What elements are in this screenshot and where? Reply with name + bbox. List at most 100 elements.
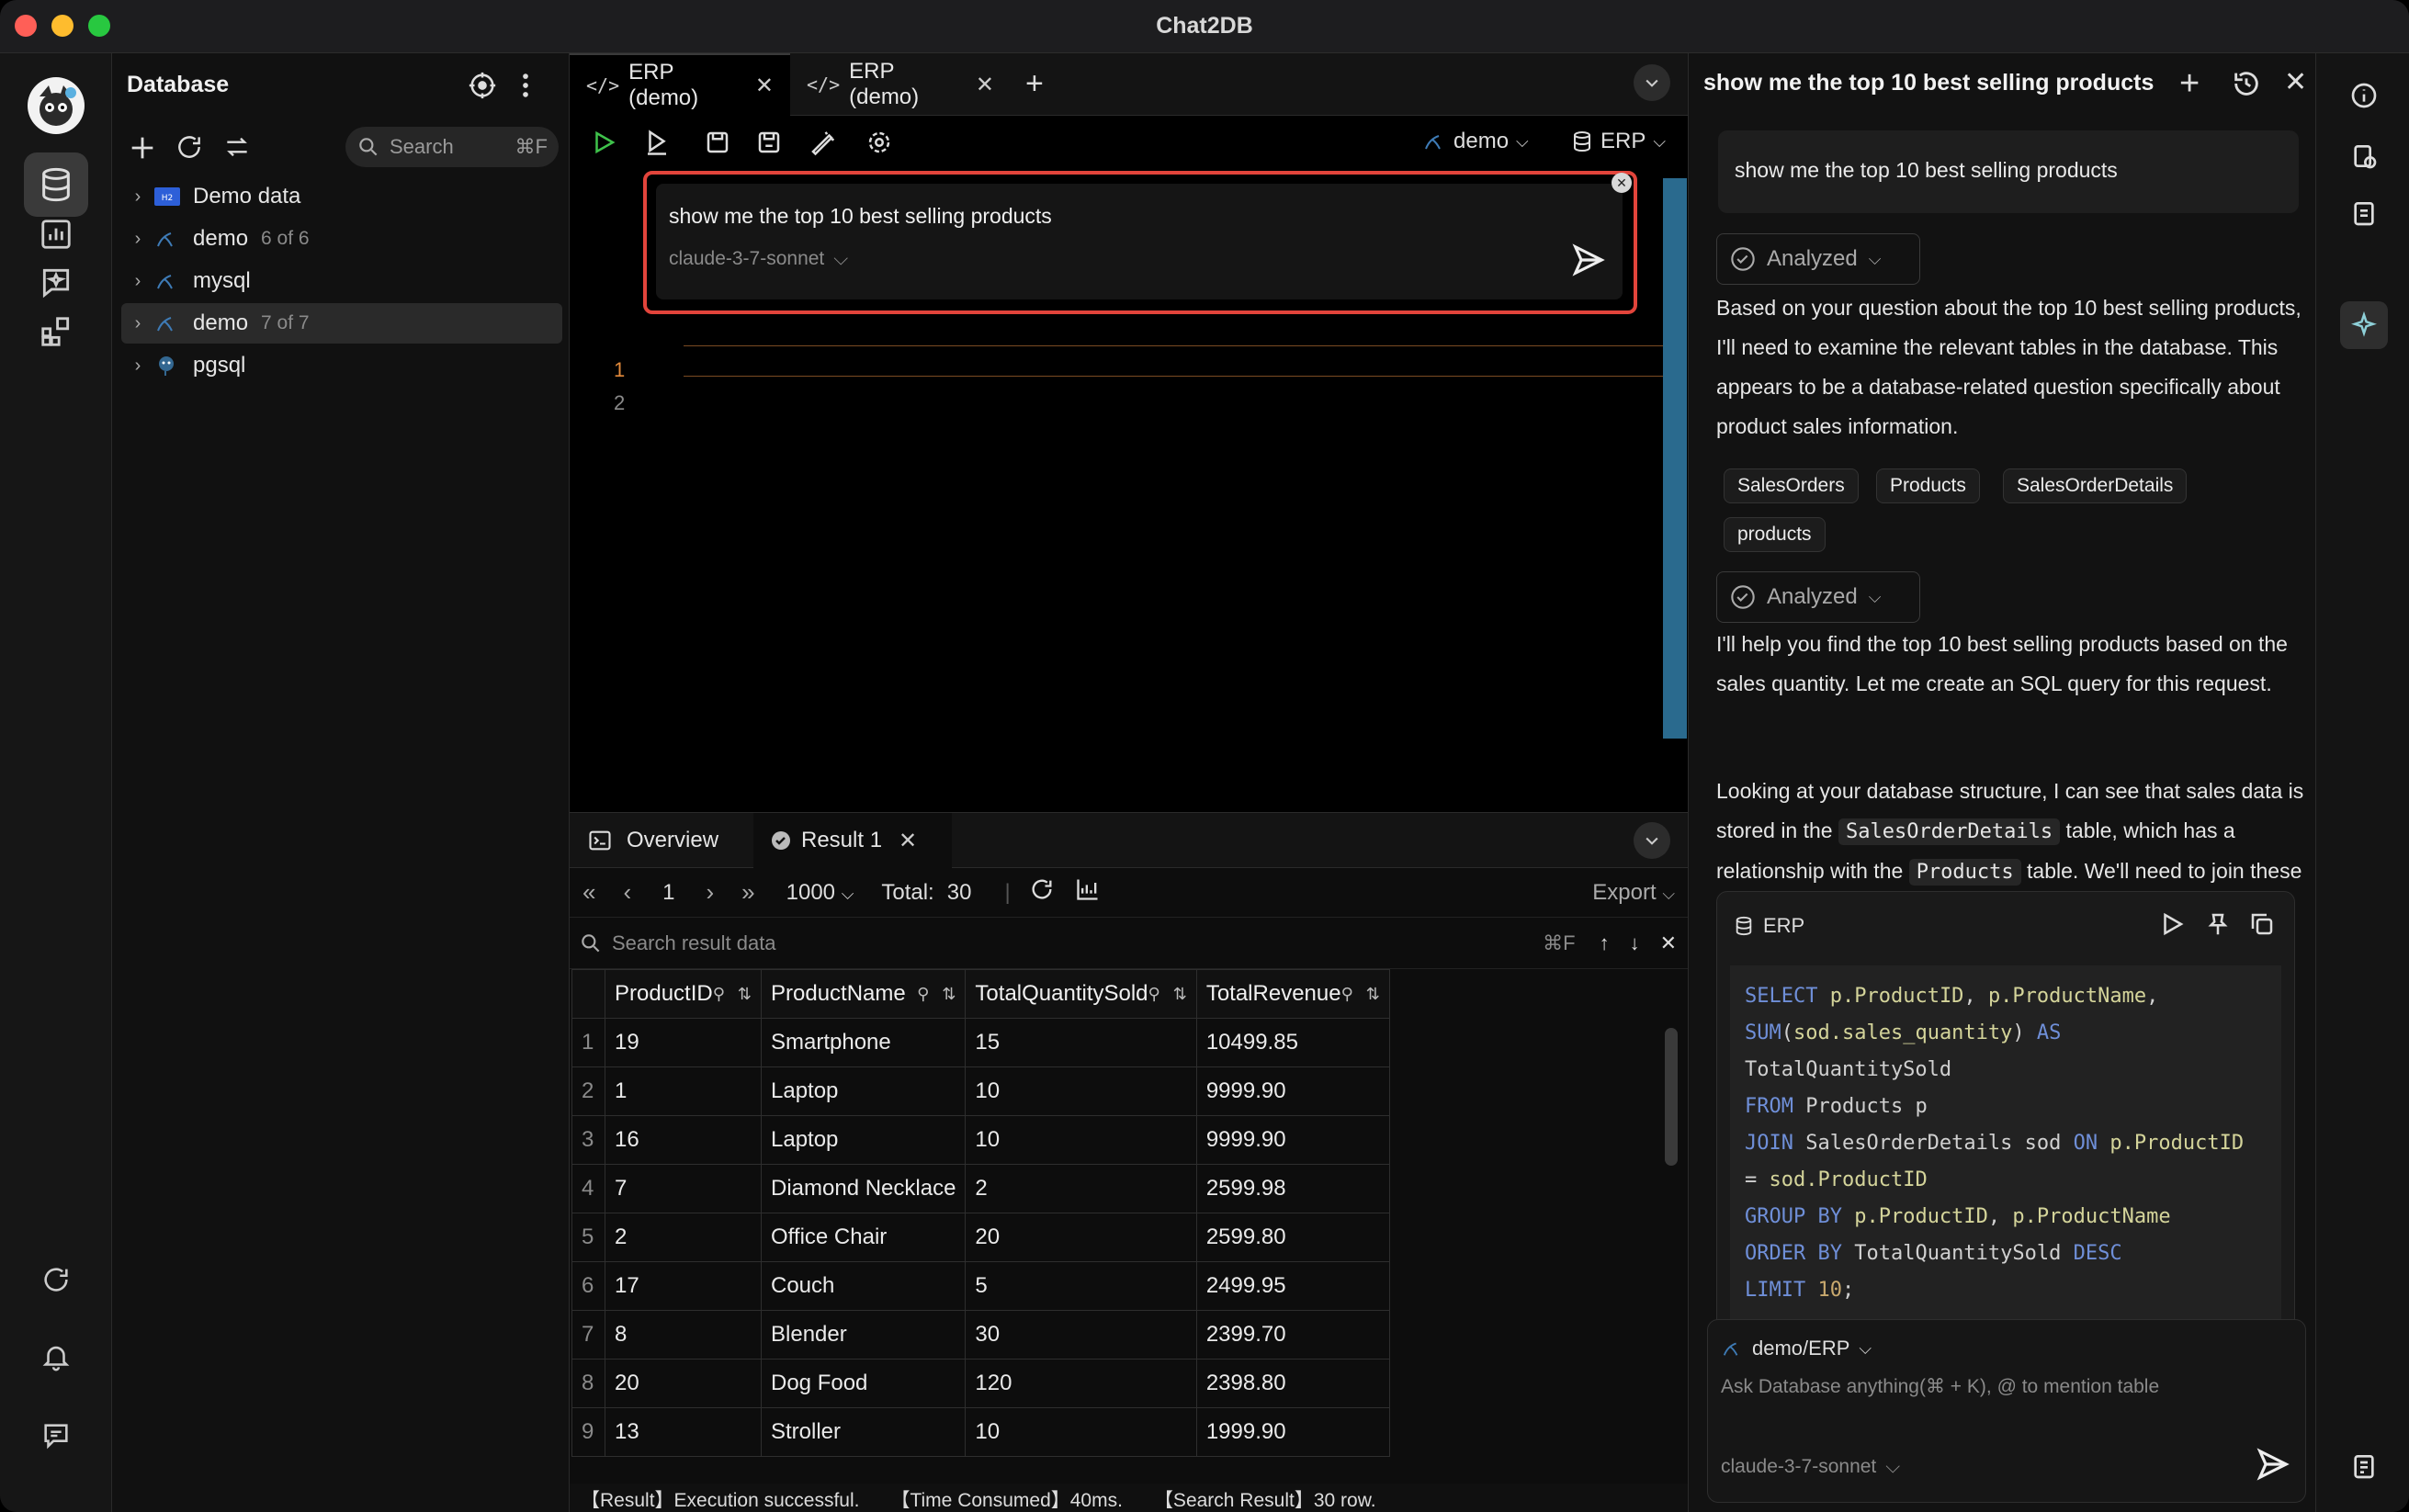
analyzed-toggle[interactable]: Analyzed ⌵ bbox=[1716, 233, 1920, 285]
first-page-icon[interactable]: « bbox=[582, 878, 595, 907]
logo-avatar[interactable] bbox=[24, 73, 88, 138]
settings-icon[interactable] bbox=[864, 127, 895, 158]
more-options-icon[interactable] bbox=[516, 70, 535, 107]
table-row[interactable]: 1 19 Smartphone 15 10499.85 bbox=[571, 1018, 1390, 1067]
table-cell[interactable]: 15 bbox=[965, 1018, 1197, 1067]
ai-prompt-text[interactable]: show me the top 10 best selling products bbox=[669, 204, 1052, 229]
table-row[interactable]: 8 20 Dog Food 120 2398.80 bbox=[571, 1359, 1390, 1408]
table-cell[interactable]: 9999.90 bbox=[1195, 1066, 1390, 1116]
send-icon[interactable] bbox=[1571, 243, 1606, 284]
run-code-icon[interactable] bbox=[2158, 910, 2186, 944]
table-cell[interactable]: 30 bbox=[965, 1310, 1197, 1360]
close-search-icon[interactable]: ✕ bbox=[1660, 931, 1677, 955]
table-row[interactable]: 9 13 Stroller 10 1999.90 bbox=[571, 1407, 1390, 1457]
chart-icon[interactable] bbox=[1075, 876, 1101, 908]
table-cell[interactable]: 1 bbox=[605, 1066, 762, 1116]
table-cell[interactable]: 120 bbox=[965, 1359, 1197, 1408]
sort-icon[interactable]: ⇅ bbox=[1366, 985, 1380, 1004]
sort-icon[interactable]: ⇅ bbox=[738, 985, 752, 1004]
table-cell[interactable]: Dog Food bbox=[760, 1359, 967, 1408]
filter-icon[interactable]: ⚲ bbox=[1148, 985, 1160, 1004]
analyzed-toggle[interactable]: Analyzed ⌵ bbox=[1716, 571, 1920, 623]
tree-item-pgsql[interactable]: › pgsql bbox=[121, 345, 562, 386]
close-prompt-icon[interactable]: ✕ bbox=[1612, 173, 1632, 193]
next-page-icon[interactable]: › bbox=[707, 878, 715, 907]
table-cell[interactable]: 2 bbox=[605, 1213, 762, 1262]
export-button[interactable]: Export ⌵ bbox=[1592, 880, 1675, 906]
refresh-icon[interactable] bbox=[24, 1247, 88, 1312]
collapse-result-button[interactable] bbox=[1634, 822, 1670, 859]
last-page-icon[interactable]: » bbox=[741, 878, 754, 907]
refresh-results-icon[interactable] bbox=[1029, 876, 1055, 908]
table-chip[interactable]: SalesOrderDetails bbox=[2003, 468, 2188, 503]
table-cell[interactable]: 16 bbox=[605, 1115, 762, 1165]
tab-erp-demo-1[interactable]: </> ERP (demo) ✕ bbox=[570, 53, 790, 116]
table-cell[interactable]: Smartphone bbox=[760, 1018, 967, 1067]
table-chip[interactable]: Products bbox=[1876, 468, 1980, 503]
table-cell[interactable]: Blender bbox=[760, 1310, 967, 1360]
column-header[interactable]: TotalQuantitySold ⚲ ⇅ bbox=[965, 969, 1197, 1019]
table-cell[interactable]: 2399.70 bbox=[1195, 1310, 1390, 1360]
tree-item-demo-data[interactable]: › H2 Demo data bbox=[121, 176, 562, 217]
send-icon[interactable] bbox=[2256, 1447, 2290, 1488]
info-icon[interactable] bbox=[2344, 75, 2384, 116]
table-cell[interactable]: Laptop bbox=[760, 1115, 967, 1165]
table-cell[interactable]: 10 bbox=[965, 1066, 1197, 1116]
ai-assistant-icon[interactable] bbox=[2340, 301, 2388, 349]
column-header[interactable]: ProductID ⚲ ⇅ bbox=[605, 969, 762, 1019]
filter-icon[interactable]: ⚲ bbox=[1341, 985, 1353, 1004]
arrow-up-icon[interactable]: ↑ bbox=[1600, 931, 1610, 955]
database-select[interactable]: demo ⌵ bbox=[1422, 129, 1529, 154]
table-cell[interactable]: 19 bbox=[605, 1018, 762, 1067]
collapse-tabs-button[interactable] bbox=[1634, 64, 1670, 101]
table-row[interactable]: 5 2 Office Chair 20 2599.80 bbox=[571, 1213, 1390, 1262]
table-cell[interactable]: 10 bbox=[965, 1407, 1197, 1457]
filter-icon[interactable]: ⚲ bbox=[713, 985, 725, 1004]
history-icon[interactable] bbox=[2231, 68, 2262, 106]
feedback-icon[interactable] bbox=[24, 1404, 88, 1468]
new-chat-icon[interactable]: + bbox=[2179, 66, 2200, 101]
page-size-select[interactable]: 1000 ⌵ bbox=[786, 880, 854, 906]
format-icon[interactable] bbox=[807, 127, 838, 158]
table-row[interactable]: 2 1 Laptop 10 9999.90 bbox=[571, 1066, 1390, 1116]
table-row[interactable]: 7 8 Blender 30 2399.70 bbox=[571, 1310, 1390, 1360]
swap-icon[interactable] bbox=[222, 132, 252, 168]
locate-icon[interactable] bbox=[467, 70, 498, 107]
close-chat-icon[interactable]: ✕ bbox=[2284, 66, 2307, 98]
table-cell[interactable]: 10499.85 bbox=[1195, 1018, 1390, 1067]
table-cell[interactable]: 2 bbox=[965, 1164, 1197, 1213]
table-cell[interactable]: Laptop bbox=[760, 1066, 967, 1116]
plugins-icon[interactable] bbox=[24, 299, 88, 364]
table-cell[interactable]: 10 bbox=[965, 1115, 1197, 1165]
editor-scrollbar[interactable] bbox=[1663, 178, 1687, 739]
table-row[interactable]: 4 7 Diamond Necklace 2 2599.98 bbox=[571, 1164, 1390, 1213]
tree-item-mysql[interactable]: › mysql bbox=[121, 261, 562, 301]
table-row[interactable]: 3 16 Laptop 10 9999.90 bbox=[571, 1115, 1390, 1165]
table-cell[interactable]: 2398.80 bbox=[1195, 1359, 1390, 1408]
chat-db-select[interactable]: demo/ERP ⌵ bbox=[1721, 1337, 1872, 1360]
tab-overview[interactable]: Overview bbox=[570, 813, 753, 868]
sort-icon[interactable]: ⇅ bbox=[942, 985, 956, 1004]
save-icon[interactable] bbox=[702, 127, 733, 158]
copy-code-icon[interactable] bbox=[2248, 910, 2276, 944]
insert-code-icon[interactable] bbox=[2204, 910, 2232, 944]
table-cell[interactable]: 1999.90 bbox=[1195, 1407, 1390, 1457]
table-cell[interactable]: 2599.98 bbox=[1195, 1164, 1390, 1213]
sort-icon[interactable]: ⇅ bbox=[1173, 985, 1187, 1004]
tab-erp-demo-2[interactable]: </> ERP (demo) ✕ bbox=[790, 53, 1011, 116]
run-icon[interactable] bbox=[588, 127, 619, 158]
refresh-tree-icon[interactable] bbox=[175, 132, 204, 168]
table-cell[interactable]: 13 bbox=[605, 1407, 762, 1457]
clipboard-icon[interactable] bbox=[2344, 193, 2384, 233]
table-cell[interactable]: 17 bbox=[605, 1261, 762, 1311]
arrow-down-icon[interactable]: ↓ bbox=[1630, 931, 1640, 955]
chat-input[interactable]: Ask Database anything(⌘ + K), @ to menti… bbox=[1721, 1375, 2290, 1398]
close-tab-icon[interactable]: ✕ bbox=[755, 73, 774, 99]
tab-result-1[interactable]: Result 1 ✕ bbox=[753, 813, 952, 868]
table-cell[interactable]: 9999.90 bbox=[1195, 1115, 1390, 1165]
add-connection-icon[interactable] bbox=[127, 132, 158, 170]
tree-item-demo-selected[interactable]: › demo 7 of 7 bbox=[121, 303, 562, 344]
table-cell[interactable]: 2599.80 bbox=[1195, 1213, 1390, 1262]
table-cell[interactable]: 20 bbox=[605, 1359, 762, 1408]
table-cell[interactable]: Office Chair bbox=[760, 1213, 967, 1262]
